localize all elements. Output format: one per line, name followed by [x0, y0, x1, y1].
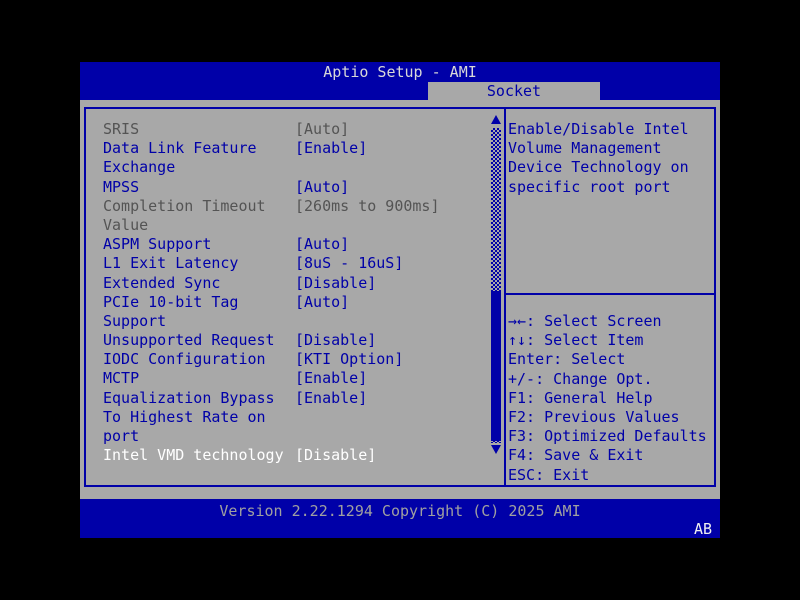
title-bar: Aptio Setup - AMI — [80, 62, 720, 82]
key-legend-line: →←: Select Screen — [508, 312, 714, 331]
menu-item-label: To Highest Rate on — [103, 408, 266, 426]
menu-item-value: [Enable] — [295, 139, 367, 158]
menu-item[interactable]: MPSS [Auto] — [103, 178, 489, 197]
scrollbar-down-arrow-icon[interactable] — [491, 445, 501, 454]
key-legend-line: +/-: Change Opt. — [508, 370, 714, 389]
help-line: Device Technology on — [508, 158, 712, 177]
menu-item-label: Exchange — [103, 158, 175, 176]
scrollbar-thumb[interactable] — [491, 291, 501, 441]
menu-item[interactable]: SRIS [Auto] — [103, 120, 489, 139]
menu-item-label: ASPM Support — [103, 235, 211, 253]
menu-item-label: Data Link Feature — [103, 139, 257, 157]
menu-item-value: [Enable] — [295, 369, 367, 388]
menu-item-label: Equalization Bypass — [103, 389, 275, 407]
scrollbar-up-arrow-icon[interactable] — [491, 115, 501, 124]
key-legend-line: ↑↓: Select Item — [508, 331, 714, 350]
menu-item-label: PCIe 10-bit Tag — [103, 293, 238, 311]
menu-item[interactable]: Unsupported Request [Disable] — [103, 331, 489, 350]
menu-item[interactable]: Equalization Bypass [Enable] To Highest Ra… — [103, 389, 489, 447]
key-legend-line: F4: Save & Exit — [508, 446, 714, 465]
menu-item-value: [Auto] — [295, 120, 349, 139]
menu-item-label: Completion Timeout — [103, 197, 266, 215]
menu-item-label: MCTP — [103, 369, 139, 387]
horizontal-divider — [506, 293, 714, 295]
menu-list: SRIS [Auto] Data Link Feature [Enable] Excha… — [103, 120, 489, 465]
menu-item[interactable]: IODC Configuration [KTI Option] — [103, 350, 489, 369]
help-line: Volume Management — [508, 139, 712, 158]
help-text: Enable/Disable IntelVolume ManagementDev… — [508, 120, 712, 197]
menu-item-value: [260ms to 900ms] — [295, 197, 440, 216]
key-legend-line: ESC: Exit — [508, 466, 714, 485]
tab-socket-configuration[interactable]: Socket Configuration — [428, 82, 600, 100]
help-line: specific root port — [508, 178, 712, 197]
key-legend-line: F3: Optimized Defaults — [508, 427, 714, 446]
menu-item-label: Value — [103, 216, 148, 234]
menu-item-value: [Auto] — [295, 293, 349, 312]
app-title: Aptio Setup - AMI — [323, 63, 477, 81]
footer-code: AB — [694, 520, 712, 539]
menu-item-value: [KTI Option] — [295, 350, 403, 369]
menu-item-value: [Auto] — [295, 178, 349, 197]
vertical-divider — [504, 109, 506, 485]
menu-item-label: MPSS — [103, 178, 139, 196]
menu-item[interactable]: PCIe 10-bit Tag [Auto] Support — [103, 293, 489, 331]
menu-item-value: [Disable] — [295, 331, 376, 350]
version-text: Version 2.22.1294 Copyright (C) 2025 AMI — [80, 502, 720, 521]
footer-bar: Version 2.22.1294 Copyright (C) 2025 AMI… — [80, 499, 720, 538]
main-area: SRIS [Auto] Data Link Feature [Enable] Excha… — [80, 100, 720, 499]
menu-item-label: Support — [103, 312, 166, 330]
menu-item-label: Unsupported Request — [103, 331, 275, 349]
menu-item-value: [8uS - 16uS] — [295, 254, 403, 273]
tab-row: Socket Configuration — [80, 82, 720, 100]
menu-item-label: SRIS — [103, 120, 139, 138]
menu-item-label: Intel VMD technology — [103, 446, 284, 464]
menu-item[interactable]: Completion Timeout [260ms to 900ms] Value — [103, 197, 489, 235]
menu-item-value: [Disable] — [295, 274, 376, 293]
menu-item[interactable]: Data Link Feature [Enable] Exchange — [103, 139, 489, 177]
key-legend: →←: Select Screen↑↓: Select ItemEnter: S… — [508, 312, 714, 485]
key-legend-line: Enter: Select — [508, 350, 714, 369]
menu-item-value: [Enable] — [295, 389, 367, 408]
menu-item-label: IODC Configuration — [103, 350, 266, 368]
bios-screen: Aptio Setup - AMI Socket Configuration S… — [0, 0, 800, 600]
menu-item-value: [Auto] — [295, 235, 349, 254]
menu-item[interactable]: Extended Sync [Disable] — [103, 274, 489, 293]
menu-item-value: [Disable] — [295, 446, 376, 465]
key-legend-line: F2: Previous Values — [508, 408, 714, 427]
menu-item[interactable]: ASPM Support [Auto] — [103, 235, 489, 254]
menu-item-label: Extended Sync — [103, 274, 220, 292]
help-line: Enable/Disable Intel — [508, 120, 712, 139]
menu-item[interactable]: MCTP [Enable] — [103, 369, 489, 388]
menu-item[interactable]: L1 Exit Latency [8uS - 16uS] — [103, 254, 489, 273]
key-legend-line: F1: General Help — [508, 389, 714, 408]
menu-item-label: port — [103, 427, 139, 445]
menu-item[interactable]: Intel VMD technology [Disable] — [103, 446, 489, 465]
scrollbar-track[interactable] — [491, 128, 501, 443]
settings-panel: SRIS [Auto] Data Link Feature [Enable] Excha… — [84, 107, 716, 487]
menu-item-label: L1 Exit Latency — [103, 254, 238, 272]
